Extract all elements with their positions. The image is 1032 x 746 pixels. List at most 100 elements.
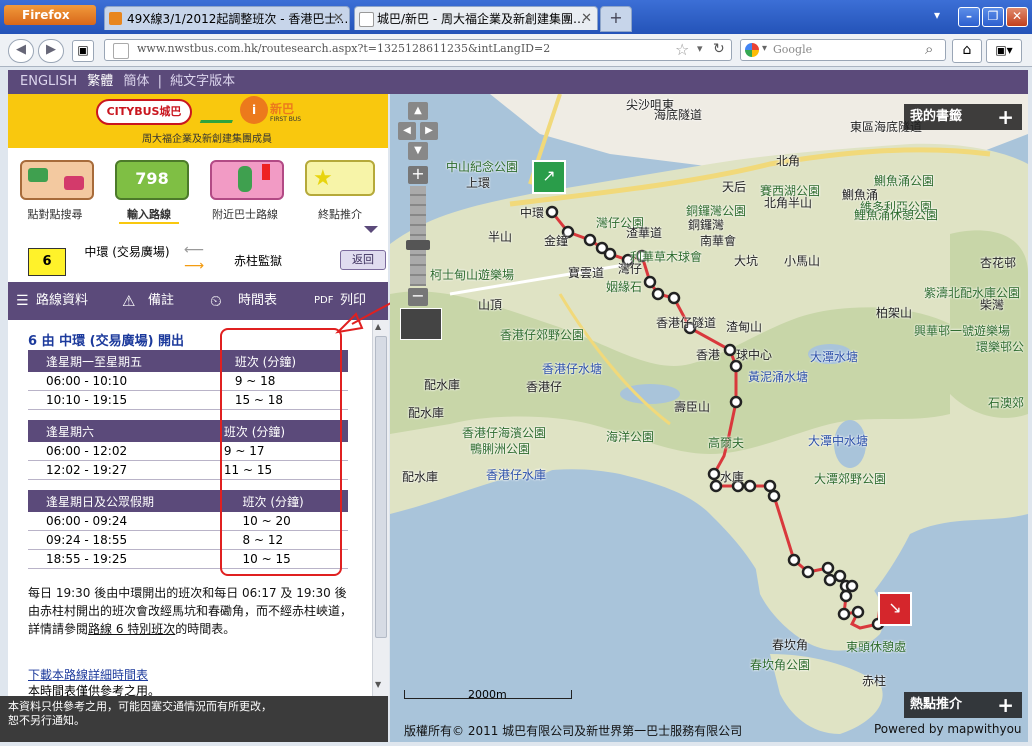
- swap-direction-icon[interactable]: ⟵ ⟶: [184, 242, 204, 274]
- bus-stop-marker[interactable]: [667, 291, 681, 305]
- bus-stop-marker[interactable]: [643, 275, 657, 289]
- hotspot-recommend-button[interactable]: 熱點推介 +: [904, 692, 1022, 718]
- back-button[interactable]: 返回: [340, 250, 386, 270]
- bus-stop-marker[interactable]: [651, 287, 665, 301]
- scroll-down-icon[interactable]: ▼: [375, 680, 385, 690]
- zoom-slider-thumb[interactable]: [406, 240, 430, 250]
- google-icon[interactable]: [745, 43, 759, 57]
- pan-down-icon[interactable]: ▼: [408, 142, 428, 160]
- close-window-button[interactable]: ✕: [1006, 7, 1028, 27]
- pan-up-icon[interactable]: ▲: [408, 102, 428, 120]
- map-place-label: 姻緣石: [606, 280, 643, 294]
- lang-simplified-link[interactable]: 簡体: [123, 74, 149, 89]
- special-timetable-link[interactable]: 路線 6 特別班次: [88, 622, 175, 636]
- satellite-toggle-icon[interactable]: [400, 308, 442, 340]
- back-icon[interactable]: ◀: [8, 39, 34, 63]
- tab-groups-icon[interactable]: ▣: [72, 40, 94, 62]
- map-place-label: 渣華道: [626, 226, 663, 240]
- scrollbar[interactable]: ▲ ▼: [372, 320, 389, 696]
- logo-header: CITYBUS城巴 i 新巴 FIRST BUS 周大福企業及新創建集團成員: [8, 94, 388, 148]
- map-place-label: 中山紀念公園: [446, 160, 519, 174]
- firefox-menu-button[interactable]: Firefox: [4, 5, 96, 25]
- bus-stops: [545, 205, 885, 631]
- bus-stop-marker[interactable]: [821, 561, 835, 575]
- bus-stop-marker[interactable]: [545, 205, 559, 219]
- restore-button[interactable]: ❐: [982, 7, 1004, 27]
- search-bar[interactable]: ▾ Google ⌕: [740, 39, 946, 61]
- bus-stop-marker[interactable]: [583, 233, 597, 247]
- point-to-point-search[interactable]: 點對點搜尋: [8, 148, 103, 238]
- zoom-out-icon[interactable]: −: [408, 288, 428, 306]
- text-only-link[interactable]: 純文字版本: [170, 74, 235, 89]
- minimize-button[interactable]: –: [958, 7, 980, 27]
- destination-recommend[interactable]: ★ 終點推介: [293, 148, 388, 238]
- bus-stop-marker[interactable]: [767, 489, 781, 503]
- tab-timetable[interactable]: 時間表: [238, 282, 277, 320]
- map-place-label: 石澳郊: [988, 396, 1025, 410]
- enter-route[interactable]: 798 輸入路線: [103, 148, 198, 238]
- download-timetable-link[interactable]: 下載本路線詳細時間表: [28, 666, 148, 683]
- scroll-thumb[interactable]: [375, 336, 387, 638]
- bus-stop-marker[interactable]: [833, 569, 847, 583]
- map-place-label: 赤柱: [862, 674, 887, 688]
- bus-stop-marker[interactable]: [729, 395, 743, 409]
- tab-route-info[interactable]: 路線資料: [36, 282, 88, 320]
- bus-stop-marker[interactable]: [787, 553, 801, 567]
- bus-stop-marker[interactable]: [851, 605, 865, 619]
- history-dropdown-icon[interactable]: ▾: [697, 42, 703, 55]
- bus-stop-marker[interactable]: [837, 607, 851, 621]
- route-number-badge: 6: [28, 248, 66, 276]
- map-place-label: 香港仔海濱公園: [462, 426, 547, 440]
- map-place-label: 水庫: [720, 470, 745, 484]
- site-identity-icon[interactable]: [113, 43, 129, 59]
- pan-right-icon[interactable]: ▶: [420, 122, 438, 140]
- firstbus-logo-icon: i: [240, 96, 268, 124]
- lang-traditional-link[interactable]: 繁體: [87, 74, 113, 89]
- map-place-label: 紫濤北配水庫公園: [924, 286, 1021, 300]
- route-map[interactable]: ↗ ↘ ▲ ◀ ▶ ▼ + − 尖沙咀東 海底隧道 東區海底隧道 北角 中山紀念公園 上環…: [390, 94, 1028, 742]
- map-place-label: 中環: [520, 206, 545, 220]
- zoom-slider[interactable]: [410, 186, 426, 286]
- end-flag-icon[interactable]: ↘: [878, 592, 912, 626]
- reload-icon[interactable]: ↻: [713, 41, 725, 57]
- forward-icon[interactable]: ▶: [38, 39, 64, 63]
- map-place-label: 香港仔水塘: [542, 362, 603, 376]
- list-all-tabs-icon[interactable]: ▾: [934, 8, 940, 22]
- bus-stop-marker[interactable]: [845, 579, 859, 593]
- bookmarks-menu-icon[interactable]: ▣▾: [986, 39, 1022, 63]
- url-bar[interactable]: www.nwstbus.com.hk/routesearch.aspx?t=13…: [104, 39, 732, 61]
- bus-stop-marker[interactable]: [763, 479, 777, 493]
- map-place-label: 香港: [696, 348, 721, 362]
- map-place-label: 北角: [776, 154, 801, 168]
- map-place-label: 大潭水塘: [810, 350, 859, 364]
- nearby-routes[interactable]: 附近巴士路線: [198, 148, 293, 238]
- tab-notes[interactable]: 備註: [148, 282, 174, 320]
- bus-stop-marker[interactable]: [723, 343, 737, 357]
- home-icon[interactable]: ⌂: [952, 39, 982, 63]
- tab-active[interactable]: 城巴/新巴 - 周大福企業及新創建集團… ✕: [354, 6, 598, 30]
- start-flag-icon[interactable]: ↗: [532, 160, 566, 194]
- citybus-logo[interactable]: CITYBUS城巴: [96, 99, 192, 125]
- tab-inactive[interactable]: 49X線3/1/2012起調整班次 - 香港巴士… ✕: [104, 6, 350, 30]
- bus-stop-marker[interactable]: [801, 565, 815, 579]
- new-tab-button[interactable]: +: [600, 6, 632, 32]
- zoom-in-icon[interactable]: +: [408, 166, 428, 184]
- bus-stop-marker[interactable]: [603, 247, 617, 261]
- tab-close-icon[interactable]: ✕: [333, 7, 344, 30]
- timetable-content: 6 由 中環 (交易廣場) 開出 逢星期一至星期五 班次 (分鐘) 06:00 -…: [8, 320, 372, 696]
- route-info-panel: CITYBUS城巴 i 新巴 FIRST BUS 周大福企業及新創建集團成員 點…: [8, 94, 389, 696]
- bus-stop-marker[interactable]: [743, 479, 757, 493]
- timetable-heading: 6 由 中環 (交易廣場) 開出: [28, 334, 185, 349]
- tab-close-icon[interactable]: ✕: [581, 7, 592, 30]
- search-placeholder: Google: [773, 43, 813, 56]
- tab-title: 49X線3/1/2012起調整班次 - 香港巴士…: [127, 12, 349, 26]
- collapse-arrow-icon[interactable]: [364, 226, 378, 233]
- bookmark-star-icon[interactable]: ☆: [675, 40, 689, 59]
- search-icon[interactable]: ⌕: [925, 40, 933, 58]
- bus-stop-marker[interactable]: [839, 589, 853, 603]
- bookmarks-button[interactable]: 我的書籤 +: [904, 104, 1022, 130]
- lang-english-link[interactable]: ENGLISH: [20, 74, 77, 89]
- bus-stop-marker[interactable]: [707, 467, 721, 481]
- pan-left-icon[interactable]: ◀: [398, 122, 416, 140]
- bus-stop-marker[interactable]: [823, 573, 837, 587]
